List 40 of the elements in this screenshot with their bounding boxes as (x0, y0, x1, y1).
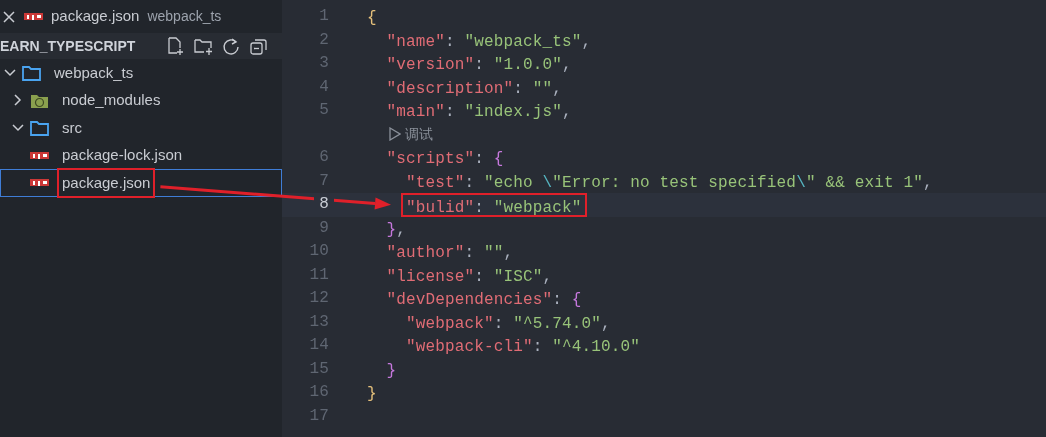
tab-folder: webpack_ts (147, 7, 222, 26)
folder-icon (22, 64, 41, 82)
code-line: "name": "webpack_ts", (385, 31, 593, 52)
new-folder-icon[interactable] (194, 36, 212, 56)
code-line: "scripts": { (385, 149, 505, 170)
file-name: webpack_ts (53, 62, 135, 83)
collapse-icon[interactable] (250, 36, 268, 56)
codelens[interactable]: 调试 (282, 122, 1046, 146)
editor-tab[interactable]: package.json webpack_ts (2, 5, 222, 28)
code-line: "test": "echo \"Error: no test specified\" && exit 1", (405, 172, 934, 193)
file-name: node_modules (61, 90, 162, 110)
explorer-title: EARN_TYPESCRIPT (0, 36, 136, 56)
code-line: "webpack-cli": "^4.10.0" (405, 337, 642, 358)
folder-icon (30, 119, 49, 137)
code-line: }, (385, 219, 408, 240)
file-name: package.json (57, 167, 156, 198)
code-line: "version": "1.0.0", (385, 55, 573, 76)
refresh-icon[interactable] (222, 36, 240, 56)
tree-item[interactable]: src (0, 114, 282, 142)
code-line: "author": "", (385, 243, 515, 264)
tree-item[interactable]: package.json (0, 169, 282, 197)
tree-item[interactable]: webpack_ts (0, 59, 282, 87)
code-line: { (366, 8, 378, 29)
npm-icon (24, 10, 43, 23)
code-line: "description": "", (385, 78, 564, 99)
code-line: "webpack": "^5.74.0", (405, 313, 612, 334)
codelens-label: 调试 (405, 124, 434, 144)
new-file-icon[interactable] (166, 36, 184, 56)
code-line: "license": "ISC", (385, 266, 554, 287)
code-line: } (366, 384, 378, 405)
code-line: "devDependencies": { (385, 290, 583, 311)
close-icon (2, 9, 16, 24)
code-line: "main": "index.js", (385, 102, 573, 123)
tab-filename: package.json (51, 6, 140, 27)
file-name: package-lock.json (61, 145, 184, 165)
play-icon (388, 127, 401, 142)
file-name: src (61, 117, 83, 138)
code-line: } (385, 360, 398, 381)
tree-item[interactable]: package-lock.json (0, 141, 282, 169)
tree-item[interactable]: node_modules (0, 86, 282, 114)
